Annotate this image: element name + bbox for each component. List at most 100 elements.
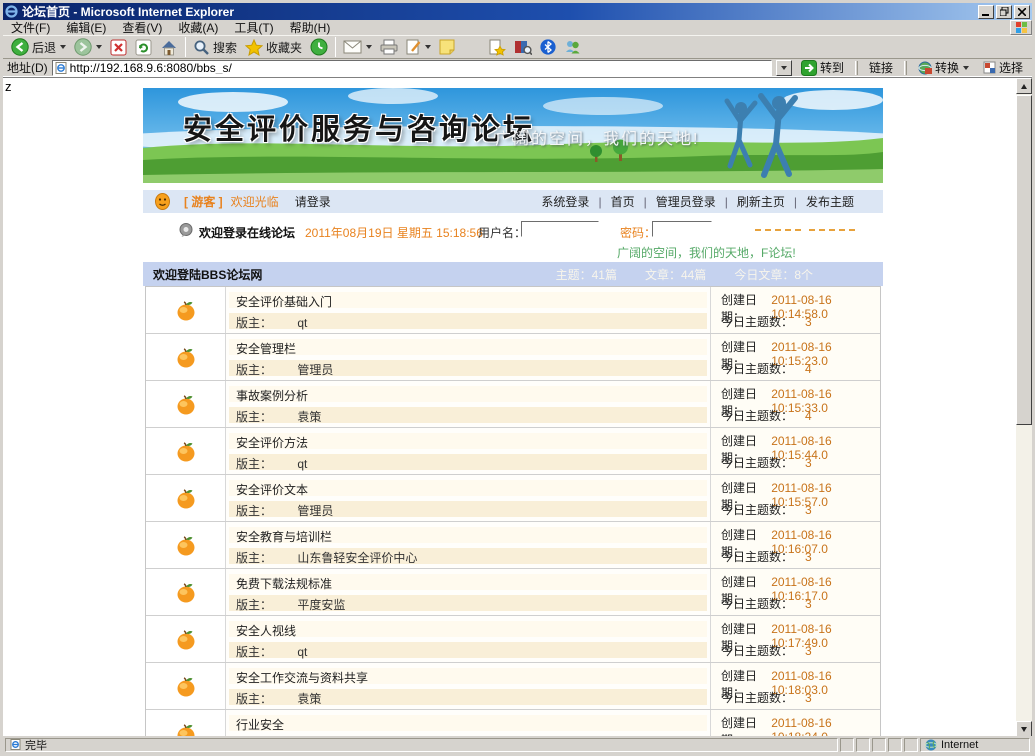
forum-title-link[interactable]: 安全管理栏 (236, 342, 296, 356)
address-input[interactable] (70, 61, 769, 74)
nav-link-home[interactable]: 首页 (602, 193, 644, 210)
moderator-name: 山东鲁轻安全评价中心 (297, 551, 417, 565)
today-count-label: 今日主题数： (721, 595, 793, 612)
forum-title-link[interactable]: 安全工作交流与资料共享 (236, 671, 368, 685)
password-input[interactable] (652, 221, 712, 237)
today-count-value: 3 (805, 503, 812, 517)
today-count-value: 3 (805, 315, 812, 329)
forum-meta-cell: 创建日期： 2011-08-16 10:15:33.0 今日主题数： 4 (711, 381, 880, 427)
scroll-up-button[interactable] (1016, 78, 1032, 94)
edit-dropdown-icon[interactable] (425, 45, 431, 49)
nav-link-admin-login[interactable]: 管理员登录 (647, 193, 725, 210)
forum-title-link[interactable]: 事故案例分析 (236, 389, 308, 403)
today-count-value: 3 (805, 691, 812, 705)
menu-view[interactable]: 查看(V) (114, 20, 170, 36)
moderator-name: qt (297, 457, 307, 471)
forum-icon-cell (146, 569, 226, 615)
restore-button[interactable] (996, 5, 1012, 19)
ie-icon (5, 5, 18, 18)
menu-edit[interactable]: 编辑(E) (58, 20, 114, 36)
notes-button[interactable] (435, 36, 459, 58)
forum-meta-cell: 创建日期： 2011-08-16 10:15:23.0 今日主题数： 4 (711, 334, 880, 380)
forum-title-link[interactable]: 安全评价文本 (236, 483, 308, 497)
favorites-button[interactable]: 收藏夹 (241, 36, 306, 58)
window-titlebar: 论坛首页 - Microsoft Internet Explorer (3, 3, 1032, 20)
nav-link-post-topic[interactable]: 发布主题 (797, 193, 863, 210)
password-label: 密码： (620, 224, 656, 241)
login-datetime: 2011年08月19日 星期五 15:18:56 (305, 224, 483, 241)
research-button[interactable] (510, 36, 536, 58)
forward-dropdown-icon[interactable] (96, 45, 102, 49)
windows-logo-icon (1010, 20, 1032, 35)
address-dropdown-button[interactable] (776, 60, 792, 76)
history-button[interactable] (306, 36, 332, 58)
mail-dropdown-icon[interactable] (366, 45, 372, 49)
back-button[interactable]: 后退 (7, 36, 70, 58)
print-button[interactable] (376, 36, 402, 58)
forum-title-link[interactable]: 安全人视线 (236, 624, 296, 638)
history-icon (310, 38, 328, 56)
vertical-scrollbar[interactable] (1016, 78, 1032, 736)
forum-title-link[interactable]: 安全评价方法 (236, 436, 308, 450)
moderator-name: 平度安监 (297, 598, 345, 612)
menu-favorites[interactable]: 收藏(A) (170, 20, 226, 36)
back-dropdown-icon[interactable] (60, 45, 66, 49)
today-count-label: 今日主题数： (721, 454, 793, 471)
forum-title-link[interactable]: 免费下载法规标准 (236, 577, 332, 591)
forward-button[interactable] (70, 36, 106, 58)
forum-moderator-line: 版主： 管理员 (229, 360, 707, 376)
go-arrow-icon (801, 60, 817, 76)
created-line: 创建日期： 2011-08-16 10:18:03.0 (721, 667, 872, 683)
bluetooth-button[interactable] (536, 36, 560, 58)
go-button[interactable]: 转到 (796, 59, 849, 77)
forum-banner: 安全评价服务与咨询论坛 广阔的空间，我们的天地! (143, 88, 883, 183)
refresh-button[interactable] (131, 36, 156, 58)
convert-button[interactable]: 转换 (913, 59, 974, 77)
forum-title-link[interactable]: 行业安全 (236, 718, 284, 732)
menu-file[interactable]: 文件(F) (3, 20, 58, 36)
username-input[interactable] (521, 221, 599, 237)
messenger-button[interactable] (560, 36, 585, 58)
scrollbar-thumb[interactable] (1016, 95, 1032, 425)
forum-moderator-line: 版主： qt (229, 642, 707, 658)
select-icon (983, 61, 996, 74)
menu-tools[interactable]: 工具(T) (226, 20, 281, 36)
login-row: 欢迎登录在线论坛 2011年08月19日 星期五 15:18:56 用户名： 密… (143, 213, 883, 262)
table-row: 安全教育与培训栏 版主： 山东鲁轻安全评价中心 创建日期： 2011-08-16… (146, 522, 880, 569)
orange-fruit-icon (175, 440, 197, 462)
menu-help[interactable]: 帮助(H) (282, 20, 339, 36)
orange-fruit-icon (175, 581, 197, 603)
moderator-label: 版主： (236, 363, 272, 377)
minimize-button[interactable] (978, 5, 994, 19)
table-row: 安全人视线 版主： qt 创建日期： 2011-08-16 10:17:49.0… (146, 616, 880, 663)
forum-title-link[interactable]: 安全评价基础入门 (236, 295, 332, 309)
status-bar: 完毕 Internet (3, 736, 1032, 752)
nav-link-refresh-home[interactable]: 刷新主页 (728, 193, 794, 210)
created-value: 2011-08-16 10:18:24.0 (771, 716, 872, 736)
login-prompt-link[interactable]: 请登录 (295, 193, 331, 210)
forum-title-line: 安全工作交流与资料共享 (229, 668, 707, 684)
search-button[interactable]: 搜索 (189, 36, 241, 58)
security-zone-pane: Internet (920, 738, 1030, 752)
convert-dropdown-icon[interactable] (963, 66, 969, 70)
mail-button[interactable] (339, 36, 376, 58)
created-line: 创建日期： 2011-08-16 10:16:07.0 (721, 526, 872, 542)
links-button[interactable]: 链接 (864, 59, 898, 77)
forum-title-link[interactable]: 安全教育与培训栏 (236, 530, 332, 544)
forum-moderator-line: 版主： 管理员 (229, 501, 707, 517)
add-favorite-button[interactable] (485, 36, 510, 58)
close-button[interactable] (1014, 5, 1030, 19)
edit-button[interactable] (402, 36, 435, 58)
table-row: 安全评价文本 版主： 管理员 创建日期： 2011-08-16 10:15:57… (146, 475, 880, 522)
messenger-icon (564, 39, 581, 55)
forum-icon-cell (146, 522, 226, 568)
select-button[interactable]: 选择 (978, 59, 1028, 77)
today-count-label: 今日主题数： (721, 407, 793, 424)
moderator-label: 版主： (236, 457, 272, 471)
home-button[interactable] (156, 36, 182, 58)
home-icon (160, 39, 178, 56)
stop-button[interactable] (106, 36, 131, 58)
forum-icon-cell (146, 287, 226, 333)
scroll-down-button[interactable] (1016, 721, 1032, 736)
nav-link-system-login[interactable]: 系统登录 (532, 193, 598, 210)
